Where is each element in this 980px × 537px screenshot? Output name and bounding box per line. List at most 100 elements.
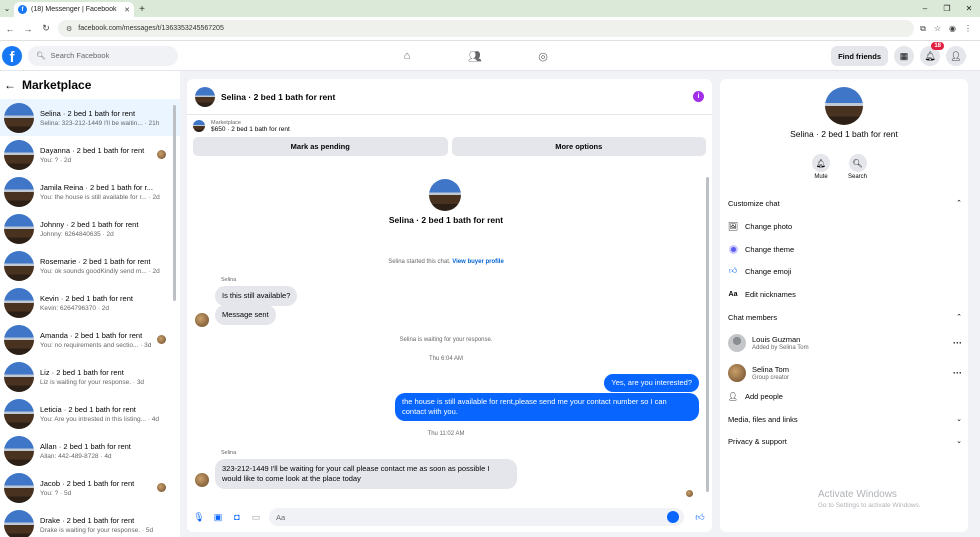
more-options-icon[interactable]: ··· (953, 338, 962, 348)
sender-avatar[interactable] (195, 473, 209, 487)
new-tab-icon[interactable]: + (134, 2, 150, 17)
conversation-preview: Kevin: 6264796370 · 2d (40, 304, 110, 312)
edit-nicknames-item[interactable]: Aa Edit nicknames (728, 286, 962, 302)
conversation-item[interactable]: Allan · 2 bed 1 bath for rent Allan: 442-… (0, 432, 180, 469)
conversation-preview: You: the house is still available for r.… (40, 193, 160, 201)
search-icon: 🔍︎ (848, 154, 867, 172)
windows-activation-watermark: Activate Windows Go to Settings to activ… (818, 489, 921, 509)
outgoing-message[interactable]: Yes, are you interested? (604, 374, 699, 392)
conversation-title: Allan · 2 bed 1 bath for rent (40, 441, 131, 451)
search-facebook-input[interactable]: 🔍︎ Search Facebook (28, 45, 178, 66)
change-theme-item[interactable]: Change theme (728, 241, 962, 257)
gif-icon[interactable]: ▭ (250, 511, 262, 523)
conversation-item[interactable]: Jacob · 2 bed 1 bath for rent You: ? · 5d (0, 469, 180, 506)
browser-menu-icon[interactable]: ⋮ (964, 24, 972, 33)
sidebar-scrollbar[interactable] (173, 105, 176, 301)
back-arrow-icon[interactable]: ← (4, 78, 16, 92)
conversation-item[interactable]: Rosemarie · 2 bed 1 bath for rent You: ok… (0, 247, 180, 284)
change-emoji-item[interactable]: 👍︎ Change emoji (728, 263, 962, 279)
sidebar-title: Marketplace (22, 78, 92, 92)
incoming-message[interactable]: Is this still available? (215, 286, 298, 306)
theme-icon (728, 244, 738, 254)
bookmark-star-icon[interactable]: ☆ (934, 24, 941, 33)
listing-thumbnail (4, 102, 34, 133)
timestamp: Thu 6:04 AM (428, 356, 464, 362)
attach-photo-icon[interactable]: ▣ (212, 511, 224, 523)
conversation-item[interactable]: Leticia · 2 bed 1 bath for rent You: Are … (0, 395, 180, 432)
facebook-logo-icon[interactable]: f (2, 45, 22, 66)
incoming-message[interactable]: 323-212-1449 I'll be waiting for your ca… (215, 459, 517, 489)
conversation-item[interactable]: Amanda · 2 bed 1 bath for rent You: no re… (0, 321, 180, 358)
url-bar[interactable]: ⚙ facebook.com/messages/t/13633532455672… (58, 20, 915, 37)
search-button[interactable]: 🔍︎ Search (848, 154, 867, 180)
browser-tab[interactable]: f (18) Messenger | Facebook ✕ (14, 2, 134, 17)
site-info-icon[interactable]: ⚙ (66, 25, 72, 33)
conversation-info-icon[interactable]: i (693, 91, 704, 102)
close-tab-icon[interactable]: ✕ (124, 6, 130, 14)
marketplace-sidebar: ← Marketplace Selina · 2 bed 1 bath for … (0, 71, 180, 537)
conversation-item[interactable]: Jamila Reina · 2 bed 1 bath for r... You:… (0, 173, 180, 210)
minimize-icon[interactable]: – (914, 0, 936, 17)
listing-row[interactable]: Marketplace $650 · 2 bed 1 bath for rent (187, 115, 712, 137)
seen-avatar (157, 335, 166, 344)
member-row[interactable]: Louis Guzman Added by Selina Tom ··· (728, 331, 962, 355)
sender-avatar[interactable] (195, 313, 209, 327)
member-row[interactable]: Selina Tom Group creator ··· (728, 361, 962, 385)
more-options-icon[interactable]: ··· (953, 368, 962, 378)
reload-icon[interactable]: ↻ (40, 23, 52, 35)
friends-icon[interactable]: 👥︎ (468, 49, 482, 63)
account-avatar[interactable]: 👤︎ (946, 46, 966, 66)
conversation-item[interactable]: Kevin · 2 bed 1 bath for rent Kevin: 6264… (0, 284, 180, 321)
change-emoji-label: Change emoji (745, 266, 792, 276)
change-photo-item[interactable]: 🖼︎ Change photo (728, 218, 962, 234)
seen-avatar (157, 150, 166, 159)
emoji-icon[interactable] (667, 511, 679, 523)
conversation-item[interactable]: Johnny · 2 bed 1 bath for rent Johnny: 62… (0, 210, 180, 247)
listing-thumbnail (4, 361, 34, 392)
chat-title[interactable]: Selina · 2 bed 1 bath for rent (221, 92, 687, 102)
conversation-title: Kevin · 2 bed 1 bath for rent (40, 293, 133, 303)
chat-scrollbar[interactable] (706, 177, 709, 492)
mute-button[interactable]: 🔔︎ Mute (812, 154, 830, 180)
home-icon[interactable]: ⌂ (400, 49, 414, 63)
more-options-button[interactable]: More options (451, 137, 706, 156)
chat-members-section[interactable]: Chat members ⌃ (728, 309, 962, 325)
conversation-item[interactable]: Dayanna · 2 bed 1 bath for rent You: ? · … (0, 136, 180, 173)
find-friends-button[interactable]: Find friends (831, 46, 888, 66)
customize-chat-section[interactable]: Customize chat ⌃ (728, 195, 962, 211)
microphone-icon[interactable]: 🎙︎ (193, 511, 205, 523)
conversation-title: Johnny · 2 bed 1 bath for rent (40, 219, 139, 229)
conversation-title: Liz · 2 bed 1 bath for rent (40, 367, 124, 377)
outgoing-message[interactable]: the house is still available for rent,pl… (395, 393, 699, 421)
back-icon[interactable]: ← (4, 23, 16, 35)
listing-thumbnail[interactable] (195, 86, 215, 107)
view-buyer-profile-link[interactable]: View buyer profile (452, 259, 504, 265)
profile-icon[interactable]: ◉ (949, 24, 956, 33)
facebook-header: f 🔍︎ Search Facebook ⌂ 👥︎ ◎ Find friends… (0, 41, 980, 71)
close-window-icon[interactable]: ✕ (958, 0, 980, 17)
message-input[interactable]: Aa (269, 508, 684, 526)
conversation-item[interactable]: Selina · 2 bed 1 bath for rent Selina: 32… (0, 99, 180, 136)
thumbs-up-icon: 👍︎ (728, 266, 738, 275)
menu-grid-icon[interactable]: ▦ (894, 46, 914, 66)
incoming-message[interactable]: Message sent (215, 305, 276, 325)
add-people-item[interactable]: 👤︎ Add people (728, 388, 962, 404)
groups-icon[interactable]: ◎ (536, 49, 550, 63)
conversation-item[interactable]: Drake · 2 bed 1 bath for rent Drake is wa… (0, 506, 180, 537)
restore-icon[interactable]: ❐ (936, 0, 958, 17)
thumbs-up-icon[interactable]: 👍︎ (694, 511, 706, 523)
member-name: Selina Tom (752, 365, 789, 374)
conversation-photo (825, 87, 863, 125)
tab-search-icon[interactable]: ⌄ (0, 0, 14, 17)
sticker-icon[interactable]: ◘ (231, 511, 243, 523)
media-section[interactable]: Media, files and links ⌄ (728, 411, 962, 427)
conversation-item[interactable]: Liz · 2 bed 1 bath for rent Liz is waitin… (0, 358, 180, 395)
notifications-bell-icon[interactable]: 🔔︎ 18 (920, 42, 944, 66)
forward-icon[interactable]: → (22, 23, 34, 35)
install-app-icon[interactable]: ⧉ (920, 24, 926, 34)
mark-as-pending-button[interactable]: Mark as pending (193, 137, 448, 156)
sidebar-header: ← Marketplace (0, 71, 180, 99)
chevron-down-icon: ⌄ (956, 416, 962, 423)
privacy-section[interactable]: Privacy & support ⌄ (728, 433, 962, 449)
chat-members-label: Chat members (728, 312, 778, 322)
